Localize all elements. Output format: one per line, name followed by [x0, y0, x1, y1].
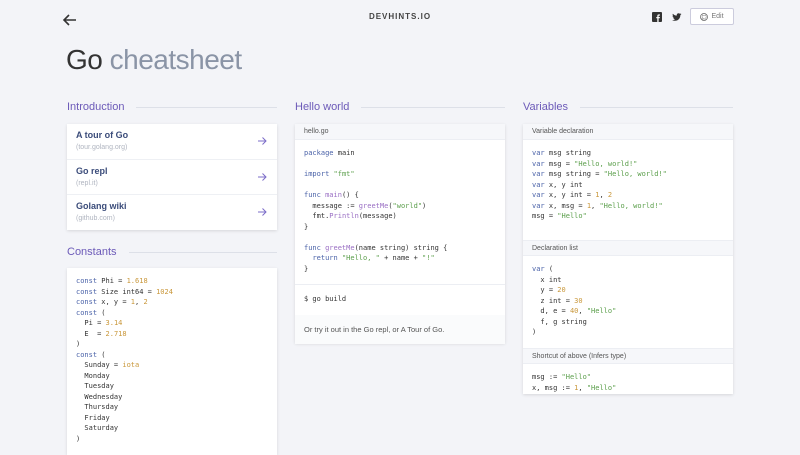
link-subtitle: (github.com) — [76, 215, 115, 222]
variable-declaration-head: Variable declaration — [523, 124, 733, 140]
edit-label: Edit — [711, 13, 724, 20]
twitter-icon[interactable] — [672, 12, 682, 22]
title-light: cheatsheet — [109, 44, 243, 75]
section-divider — [580, 106, 733, 108]
hello-note: Or try it out in the Go repl, or A Tour … — [295, 314, 505, 344]
edit-button[interactable]: Edit — [690, 8, 734, 25]
intro-link-repl[interactable]: Go repl (repl.it) — [67, 160, 277, 195]
section-constants-label: Constants — [67, 246, 117, 258]
constants-card: const Phi = 1.618 const Size int64 = 102… — [67, 268, 277, 455]
page-title: Go cheatsheet — [66, 44, 242, 76]
variables-card: Variable declaration var msg string var … — [523, 124, 733, 394]
section-hello-world: Hello world — [295, 101, 505, 113]
declaration-list-code: var ( x int y = 20 z int = 30 d, e = 40,… — [532, 265, 617, 336]
top-bar: DEVHINTS.IO Edit — [0, 0, 800, 34]
section-introduction: Introduction — [67, 101, 277, 113]
intro-links-card: A tour of Go (tour.golang.org) Go repl (… — [67, 124, 277, 230]
link-title[interactable]: A tour of Go — [76, 130, 268, 140]
intro-link-tour[interactable]: A tour of Go (tour.golang.org) — [67, 124, 277, 160]
section-constants: Constants — [67, 246, 277, 258]
variable-declaration-code: var msg string var msg = "Hello, world!"… — [532, 149, 667, 220]
link-subtitle: (tour.golang.org) — [76, 144, 128, 151]
facebook-icon[interactable] — [652, 12, 662, 22]
intro-link-wiki[interactable]: Golang wiki (github.com) — [67, 195, 277, 231]
arrow-right-icon — [258, 208, 267, 216]
section-hello-world-label: Hello world — [295, 101, 350, 113]
hello-code: package main import "fmt" func main() { … — [304, 149, 448, 273]
section-divider — [361, 106, 505, 108]
section-variables: Variables — [523, 101, 733, 113]
arrow-right-icon — [258, 137, 267, 145]
shortcut-code: msg := "Hello" x, msg := 1, "Hello" — [532, 373, 617, 392]
github-icon — [700, 12, 709, 21]
link-subtitle: (repl.it) — [76, 179, 98, 187]
section-introduction-label: Introduction — [67, 101, 125, 113]
section-divider — [128, 251, 277, 253]
arrow-right-icon — [258, 172, 267, 181]
file-name: hello.go — [295, 124, 505, 140]
declaration-list-head: Declaration list — [523, 240, 733, 256]
build-command: $ go build — [304, 295, 347, 303]
constants-code: const Phi = 1.618 const Size int64 = 102… — [76, 277, 173, 443]
link-title[interactable]: Go repl — [76, 166, 268, 176]
section-divider — [136, 106, 277, 108]
title-main: Go — [66, 44, 103, 75]
shortcut-head: Shortcut of above (Infers type) — [523, 348, 733, 364]
hello-world-card: hello.go package main import "fmt" func … — [295, 124, 505, 344]
section-variables-label: Variables — [523, 101, 569, 113]
link-title[interactable]: Golang wiki — [76, 201, 268, 211]
